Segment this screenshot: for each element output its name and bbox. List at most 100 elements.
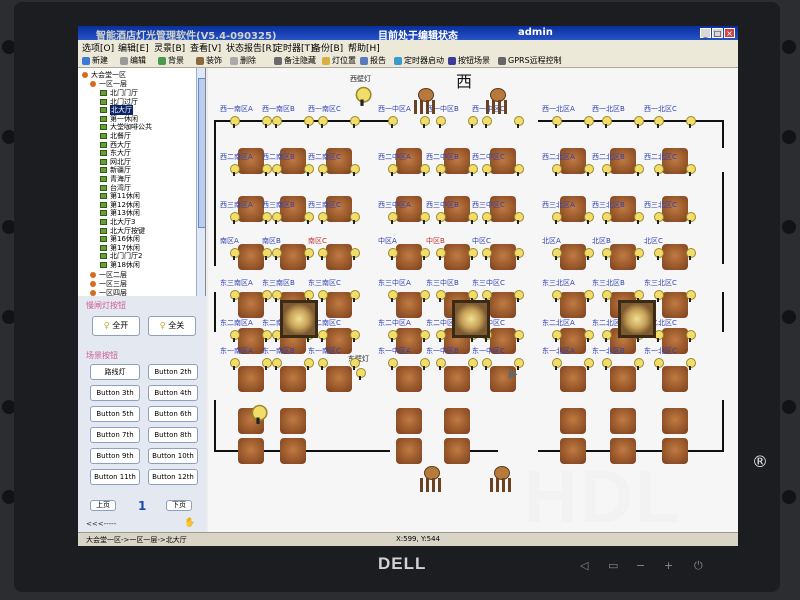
monitor-plus-button[interactable]: + (664, 559, 673, 572)
pendant-lamp-icon[interactable] (418, 460, 444, 496)
light-bulb-icon[interactable] (420, 358, 430, 370)
light-bulb-icon[interactable] (584, 290, 594, 302)
light-bulb-icon[interactable] (262, 248, 272, 260)
decor-button[interactable]: 装饰 (196, 55, 222, 66)
next-page-button[interactable]: 下页 (166, 500, 192, 511)
light-bulb-icon[interactable] (230, 248, 240, 260)
light-bulb-icon[interactable] (482, 212, 492, 224)
light-bulb-icon[interactable] (468, 116, 478, 128)
light-bulb-icon[interactable] (468, 248, 478, 260)
wall-light-icon[interactable] (251, 404, 268, 424)
light-bulb-icon[interactable] (272, 164, 282, 176)
light-bulb-icon[interactable] (654, 248, 664, 260)
light-bulb-icon[interactable] (262, 116, 272, 128)
scene-button-5[interactable]: Button 5th (90, 406, 140, 422)
minimize-button[interactable]: _ (700, 28, 711, 38)
monitor-minus-button[interactable]: − (636, 559, 645, 572)
light-bulb-icon[interactable] (686, 212, 696, 224)
light-bulb-icon[interactable] (272, 248, 282, 260)
light-bulb-icon[interactable] (552, 248, 562, 260)
light-bulb-icon[interactable] (686, 248, 696, 260)
light-bulb-icon[interactable] (262, 358, 272, 370)
tree-floor-4[interactable]: 一区四层 (90, 288, 127, 296)
light-bulb-icon[interactable] (602, 330, 612, 342)
light-bulb-icon[interactable] (262, 212, 272, 224)
light-bulb-icon[interactable] (350, 290, 360, 302)
light-bulb-icon[interactable] (584, 212, 594, 224)
light-bulb-icon[interactable] (318, 330, 328, 342)
light-bulb-icon[interactable] (602, 248, 612, 260)
prev-page-button[interactable]: 上页 (90, 500, 116, 511)
light-bulb-icon[interactable] (318, 164, 328, 176)
light-bulb-icon[interactable] (272, 330, 282, 342)
chandelier-icon[interactable] (280, 300, 318, 338)
light-bulb-icon[interactable] (262, 330, 272, 342)
light-bulb-icon[interactable] (272, 358, 282, 370)
scene-button-7[interactable]: Button 7th (90, 427, 140, 443)
light-bulb-icon[interactable] (230, 116, 240, 128)
light-bulb-icon[interactable] (388, 116, 398, 128)
scene-button-8[interactable]: Button 8th (148, 427, 198, 443)
light-bulb-icon[interactable] (686, 330, 696, 342)
scene-button-1[interactable]: 路线灯 (90, 364, 140, 380)
light-bulb-icon[interactable] (468, 212, 478, 224)
light-bulb-icon[interactable] (686, 116, 696, 128)
light-bulb-icon[interactable] (230, 164, 240, 176)
pendant-lamp-icon[interactable] (488, 460, 514, 496)
light-bulb-icon[interactable] (272, 212, 282, 224)
light-bulb-icon[interactable] (304, 248, 314, 260)
light-bulb-icon[interactable] (584, 248, 594, 260)
light-bulb-icon[interactable] (482, 164, 492, 176)
light-bulb-icon[interactable] (552, 330, 562, 342)
light-bulb-icon[interactable] (654, 212, 664, 224)
light-bulb-icon[interactable] (602, 116, 612, 128)
light-bulb-icon[interactable] (468, 358, 478, 370)
light-bulb-icon[interactable] (388, 248, 398, 260)
light-bulb-icon[interactable] (318, 358, 328, 370)
light-bulb-icon[interactable] (388, 164, 398, 176)
light-bulb-icon[interactable] (318, 248, 328, 260)
delete-button[interactable]: 删除 (230, 55, 256, 66)
light-bulb-icon[interactable] (552, 212, 562, 224)
light-bulb-icon[interactable] (514, 330, 524, 342)
scene-button[interactable]: 按钮场景 (448, 55, 490, 66)
light-bulb-icon[interactable] (350, 116, 360, 128)
light-position-button[interactable]: 灯位置 (322, 55, 356, 66)
light-bulb-icon[interactable] (262, 290, 272, 302)
monitor-power-button[interactable]: ⏻ (694, 559, 703, 573)
light-bulb-icon[interactable] (230, 290, 240, 302)
light-bulb-icon[interactable] (436, 164, 446, 176)
light-bulb-icon[interactable] (420, 164, 430, 176)
tree-item[interactable]: 第18休闲 (100, 260, 140, 270)
light-bulb-icon[interactable] (654, 164, 664, 176)
light-bulb-icon[interactable] (230, 358, 240, 370)
timer-start-button[interactable]: 定时器启动 (394, 55, 444, 66)
light-bulb-icon[interactable] (634, 116, 644, 128)
maximize-button[interactable]: □ (712, 28, 723, 38)
light-bulb-icon[interactable] (304, 164, 314, 176)
light-bulb-icon[interactable] (262, 164, 272, 176)
light-bulb-icon[interactable] (388, 212, 398, 224)
edit-button[interactable]: 编辑 (120, 55, 146, 66)
new-button[interactable]: 新建 (82, 55, 108, 66)
pendant-lamp-icon[interactable] (484, 82, 510, 118)
light-bulb-icon[interactable] (514, 358, 524, 370)
report-button[interactable]: 报告 (360, 55, 386, 66)
light-bulb-icon[interactable] (436, 248, 446, 260)
light-bulb-icon[interactable] (388, 290, 398, 302)
light-bulb-icon[interactable] (602, 164, 612, 176)
note-hide-button[interactable]: 备注隐藏 (274, 55, 316, 66)
monitor-input-button[interactable]: ◁ (580, 559, 588, 572)
light-bulb-icon[interactable] (272, 290, 282, 302)
light-bulb-icon[interactable] (304, 212, 314, 224)
scene-button-10[interactable]: Button 10th (148, 448, 198, 464)
light-bulb-icon[interactable] (304, 358, 314, 370)
light-bulb-icon[interactable] (514, 290, 524, 302)
all-on-button[interactable]: ♀ 全开 (92, 316, 140, 336)
pendant-lamp-icon[interactable] (412, 82, 438, 118)
light-bulb-icon[interactable] (230, 330, 240, 342)
light-bulb-icon[interactable] (552, 290, 562, 302)
light-bulb-icon[interactable] (350, 212, 360, 224)
light-bulb-icon[interactable] (436, 290, 446, 302)
light-bulb-icon[interactable] (634, 248, 644, 260)
